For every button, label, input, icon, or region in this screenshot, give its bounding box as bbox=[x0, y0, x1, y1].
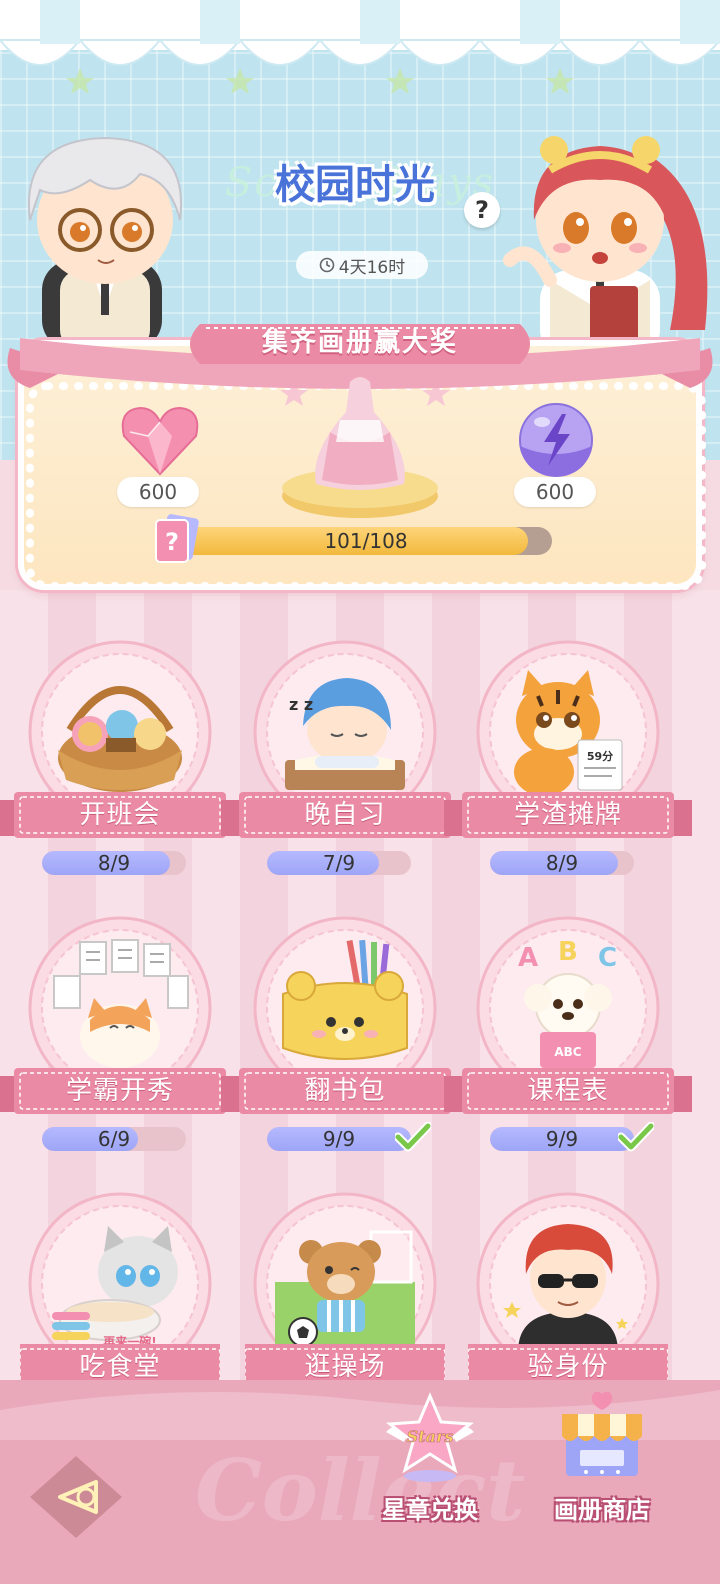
star-badge-exchange-label: 星章兑换 bbox=[382, 1496, 478, 1524]
chapter-label: 开班会 bbox=[79, 800, 161, 830]
mystery-card-icon: ? bbox=[155, 514, 199, 563]
svg-text:Stars: Stars bbox=[407, 1427, 454, 1446]
shop-icon bbox=[562, 1392, 642, 1476]
timer-text: 4天16时 bbox=[338, 257, 406, 278]
chapter-label: 课程表 bbox=[527, 1076, 609, 1106]
chapter-progress-count: 9/9 bbox=[545, 1127, 579, 1151]
chapter-card[interactable]: 学霸开秀 6/9 bbox=[0, 916, 244, 1176]
heart-gem-count: 600 bbox=[117, 477, 199, 507]
checkmark-icon bbox=[395, 1122, 431, 1152]
chapter-label: 晚自习 bbox=[304, 800, 386, 830]
chapter-label: 吃食堂 bbox=[79, 1352, 161, 1380]
chapter-card[interactable]: 逛操场 bbox=[245, 1192, 445, 1380]
orb-reward-count: 600 bbox=[514, 477, 596, 507]
svg-text:ABC: ABC bbox=[554, 1045, 581, 1059]
cat-notes-icon bbox=[50, 936, 190, 1076]
chapter-progress-count: 8/9 bbox=[97, 851, 131, 875]
tiger-test-icon: 59分 bbox=[498, 660, 638, 800]
chapter-label: 翻书包 bbox=[304, 1076, 386, 1106]
checkmark-icon bbox=[618, 1122, 654, 1152]
chapter-card[interactable]: A B C ABC 课程表 9/9 bbox=[444, 916, 692, 1176]
prize-banner-title: 集齐画册赢大奖 bbox=[261, 328, 458, 358]
abc-puppy-icon: A B C ABC bbox=[498, 936, 638, 1076]
chapter-label: 学霸开秀 bbox=[65, 1076, 174, 1106]
pink-heart-gem-icon[interactable] bbox=[118, 402, 202, 478]
svg-text:z z: z z bbox=[289, 695, 313, 714]
chapter-progress-count: 7/9 bbox=[322, 851, 356, 875]
event-title-area: School Days 校园时光 bbox=[220, 140, 510, 250]
bear-pencil-case-icon bbox=[275, 936, 415, 1076]
bear-soccer-icon bbox=[275, 1212, 415, 1352]
svg-text:C: C bbox=[598, 943, 617, 973]
chapter-label: 逛操场 bbox=[304, 1352, 386, 1380]
chapter-card[interactable]: z z 晚自习 7/9 bbox=[221, 640, 469, 900]
chapter-label: 验身份 bbox=[527, 1352, 609, 1380]
snack-basket-icon bbox=[50, 660, 190, 800]
clock-icon bbox=[319, 257, 335, 273]
svg-text:59分: 59分 bbox=[587, 749, 613, 763]
chapter-card[interactable]: 验身份 bbox=[468, 1192, 668, 1380]
chapter-progress-count: 9/9 bbox=[322, 1127, 356, 1151]
event-title: 校园时光 bbox=[275, 162, 435, 208]
chapter-card[interactable]: 翻书包 9/9 bbox=[221, 916, 469, 1176]
svg-text:?: ? bbox=[165, 528, 179, 556]
star-badge-icon: Stars bbox=[385, 1392, 475, 1482]
chapter-card[interactable]: 再来一碗! 吃食堂 bbox=[20, 1192, 220, 1380]
chapter-card[interactable]: 开班会 8/9 bbox=[0, 640, 244, 900]
sleeping-student-icon: z z bbox=[275, 660, 415, 800]
chapter-progress-count: 8/9 bbox=[545, 851, 579, 875]
cat-noodles-icon: 再来一碗! bbox=[50, 1212, 190, 1352]
album-shop-label: 画册商店 bbox=[554, 1496, 650, 1524]
event-timer: 4天16时 bbox=[296, 251, 428, 279]
grand-prize-dress-illustration[interactable] bbox=[280, 372, 440, 522]
album-progress-text: 101/108 bbox=[324, 529, 408, 553]
purple-lightning-orb-icon[interactable] bbox=[516, 400, 596, 480]
chapter-card[interactable]: 59分 学渣摊牌 8/9 bbox=[444, 640, 692, 900]
chapter-label: 学渣摊牌 bbox=[513, 800, 622, 830]
chapter-progress-count: 6/9 bbox=[97, 1127, 131, 1151]
back-button[interactable] bbox=[26, 1452, 126, 1542]
svg-text:A: A bbox=[518, 943, 538, 973]
svg-text:B: B bbox=[558, 937, 578, 967]
star-decoration bbox=[66, 68, 574, 94]
star-badge-exchange-button[interactable]: Stars 星章兑换 bbox=[370, 1392, 490, 1524]
help-button[interactable]: ? bbox=[464, 192, 500, 228]
sunglasses-boy-icon bbox=[498, 1212, 638, 1352]
album-shop-button[interactable]: 画册商店 bbox=[542, 1392, 662, 1524]
